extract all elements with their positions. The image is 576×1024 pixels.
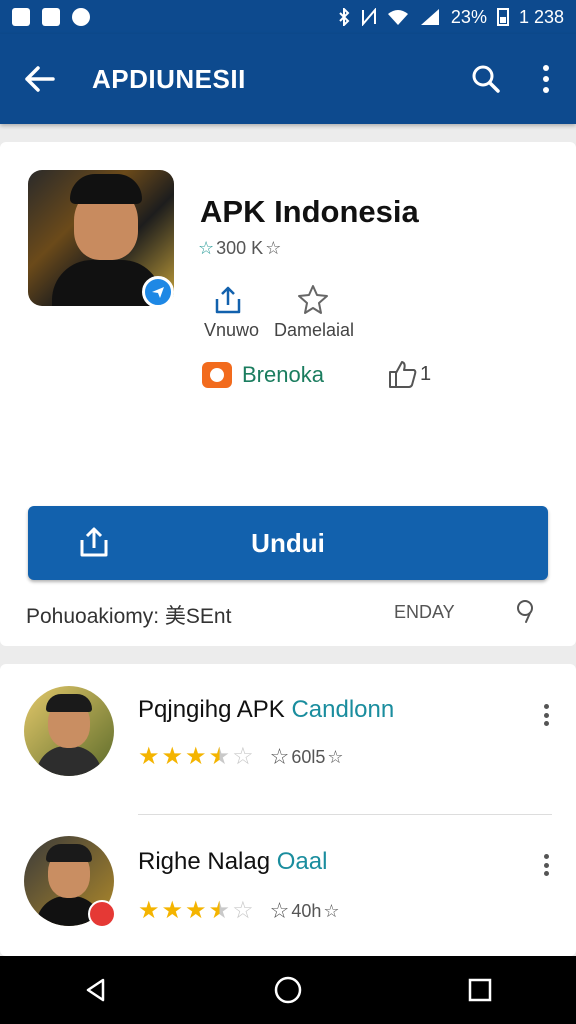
- share-button[interactable]: [212, 284, 244, 316]
- rating-count: 300 K: [216, 238, 264, 258]
- review-more-button[interactable]: [534, 700, 558, 730]
- clock: 1 238: [518, 6, 564, 27]
- star-half-icon: ★: [208, 743, 231, 770]
- review-rating: ★ ★ ★ ★ ☆ ☆ 40h ☆: [138, 898, 340, 924]
- info-icon[interactable]: [512, 598, 538, 624]
- wifi-icon: [387, 10, 408, 25]
- star-filled-icon: ★: [138, 743, 160, 770]
- star-outline-icon: ☆: [327, 746, 344, 767]
- plane-icon: [152, 287, 164, 298]
- star-filled-icon: ★: [138, 897, 160, 924]
- review-more-button[interactable]: [534, 850, 558, 880]
- avatar-hair: [46, 844, 92, 862]
- app-icon-hat: [70, 174, 142, 204]
- like-button[interactable]: 1: [388, 360, 431, 388]
- star-half-icon: ★: [208, 897, 231, 924]
- verified-badge: [142, 276, 174, 308]
- upload-icon: [80, 527, 108, 557]
- recents-nav-icon: [468, 978, 492, 1002]
- dot: [543, 854, 549, 859]
- home-nav-icon: [274, 976, 302, 1004]
- wishlist-label: Damelaial: [274, 320, 355, 340]
- nfc-icon: [361, 8, 376, 26]
- developer-link[interactable]: Brenoka: [202, 362, 324, 388]
- image-notification-icon: [12, 8, 30, 26]
- share-icon: [215, 286, 241, 314]
- dot: [543, 862, 549, 868]
- dot: [543, 871, 549, 876]
- star-empty-icon: ☆: [232, 897, 254, 924]
- share-label: Vnuwo: [204, 320, 260, 340]
- update-day-text: ENDAY: [394, 602, 455, 622]
- arrow-back-icon: [25, 66, 55, 92]
- reviewer-tag: Oaal: [276, 848, 328, 875]
- messenger-notification-icon: [72, 8, 90, 26]
- thumbs-up-icon: [389, 361, 417, 388]
- reviewer-avatar: [24, 686, 114, 776]
- page-title: APDIUNESII: [92, 63, 246, 94]
- nav-back-button[interactable]: [46, 956, 146, 1024]
- reviewer-name-text: Righe Nalag: [138, 848, 271, 875]
- wishlist-button[interactable]: [296, 282, 330, 316]
- photo-notification-icon: [42, 8, 60, 26]
- star-filled-icon: ★: [161, 743, 184, 770]
- avatar-hair: [46, 694, 92, 712]
- reviewer-name: Righe Nalag Oaal: [138, 848, 327, 876]
- battery-percent: 23%: [450, 6, 487, 27]
- reviewer-name: Pqjngihg APK Candlonn: [138, 696, 394, 724]
- developer-logo-icon: [202, 362, 232, 388]
- dot: [543, 704, 549, 709]
- signal-icon: [420, 9, 439, 25]
- dot: [543, 721, 549, 726]
- divider: [138, 814, 552, 815]
- review-item[interactable]: Pqjngihg APK Candlonn ★ ★ ★ ★ ☆ ☆ 60l5 ☆: [0, 686, 576, 826]
- star-outline-icon: ☆: [269, 898, 290, 923]
- download-button[interactable]: Undui: [28, 506, 548, 580]
- more-vert-icon: [543, 65, 549, 93]
- bluetooth-icon: [339, 8, 350, 26]
- star-empty-icon: ☆: [232, 743, 254, 770]
- play-badge-icon: [88, 900, 116, 928]
- star-filled-icon: ★: [185, 743, 207, 770]
- dot: [543, 712, 549, 718]
- system-nav-bar: [0, 956, 576, 1024]
- nav-home-button[interactable]: [238, 956, 338, 1024]
- review-count: ☆ 60l5 ☆: [270, 744, 344, 770]
- star-outline-icon: ☆: [269, 744, 290, 769]
- like-count: 1: [420, 362, 432, 385]
- status-right-icons: 23% 1 238: [337, 7, 564, 28]
- overflow-menu-button[interactable]: [516, 34, 576, 124]
- reviewer-name-text: Pqjngihg APK: [138, 696, 285, 723]
- developer-name: Brenoka: [242, 362, 324, 387]
- star-outline-icon: [298, 285, 328, 314]
- app-info-row: Pohuoakiomy: 美SEnt ENDAY: [0, 598, 576, 630]
- review-rating: ★ ★ ★ ★ ☆ ☆ 60l5 ☆: [138, 744, 343, 770]
- app-bar: APDIUNESII: [0, 34, 576, 124]
- search-icon: [472, 65, 500, 93]
- review-count: ☆ 40h ☆: [270, 898, 340, 924]
- battery-icon: [496, 8, 509, 26]
- reviews-card: Pqjngihg APK Candlonn ★ ★ ★ ★ ☆ ☆ 60l5 ☆: [0, 664, 576, 956]
- back-nav-icon: [86, 978, 105, 1002]
- app-rating: ☆ 300 K ☆: [198, 238, 281, 259]
- search-button[interactable]: [456, 34, 516, 124]
- review-count-text: 60l5: [291, 746, 326, 767]
- category-text: Pohuoakiomy: 美SEnt: [26, 605, 232, 628]
- app-details-card: APK Indonesia ☆ 300 K ☆ Vnuwo Damelaial …: [0, 142, 576, 646]
- app-name: APK Indonesia: [200, 194, 419, 229]
- star-outline-icon: ☆: [265, 238, 282, 258]
- star-outline-icon: ☆: [323, 900, 340, 921]
- reviewer-tag: Candlonn: [291, 696, 395, 723]
- review-item[interactable]: Righe Nalag Oaal ★ ★ ★ ★ ☆ ☆ 40h ☆: [0, 836, 576, 976]
- back-button[interactable]: [0, 34, 80, 124]
- star-outline-icon: ☆: [198, 238, 215, 258]
- star-filled-icon: ★: [185, 897, 207, 924]
- status-bar: 23% 1 238: [0, 0, 576, 34]
- star-filled-icon: ★: [161, 897, 184, 924]
- review-count-text: 40h: [291, 900, 322, 921]
- avatar-body: [36, 746, 102, 776]
- status-left-icons: [12, 8, 90, 26]
- nav-recents-button[interactable]: [430, 956, 530, 1024]
